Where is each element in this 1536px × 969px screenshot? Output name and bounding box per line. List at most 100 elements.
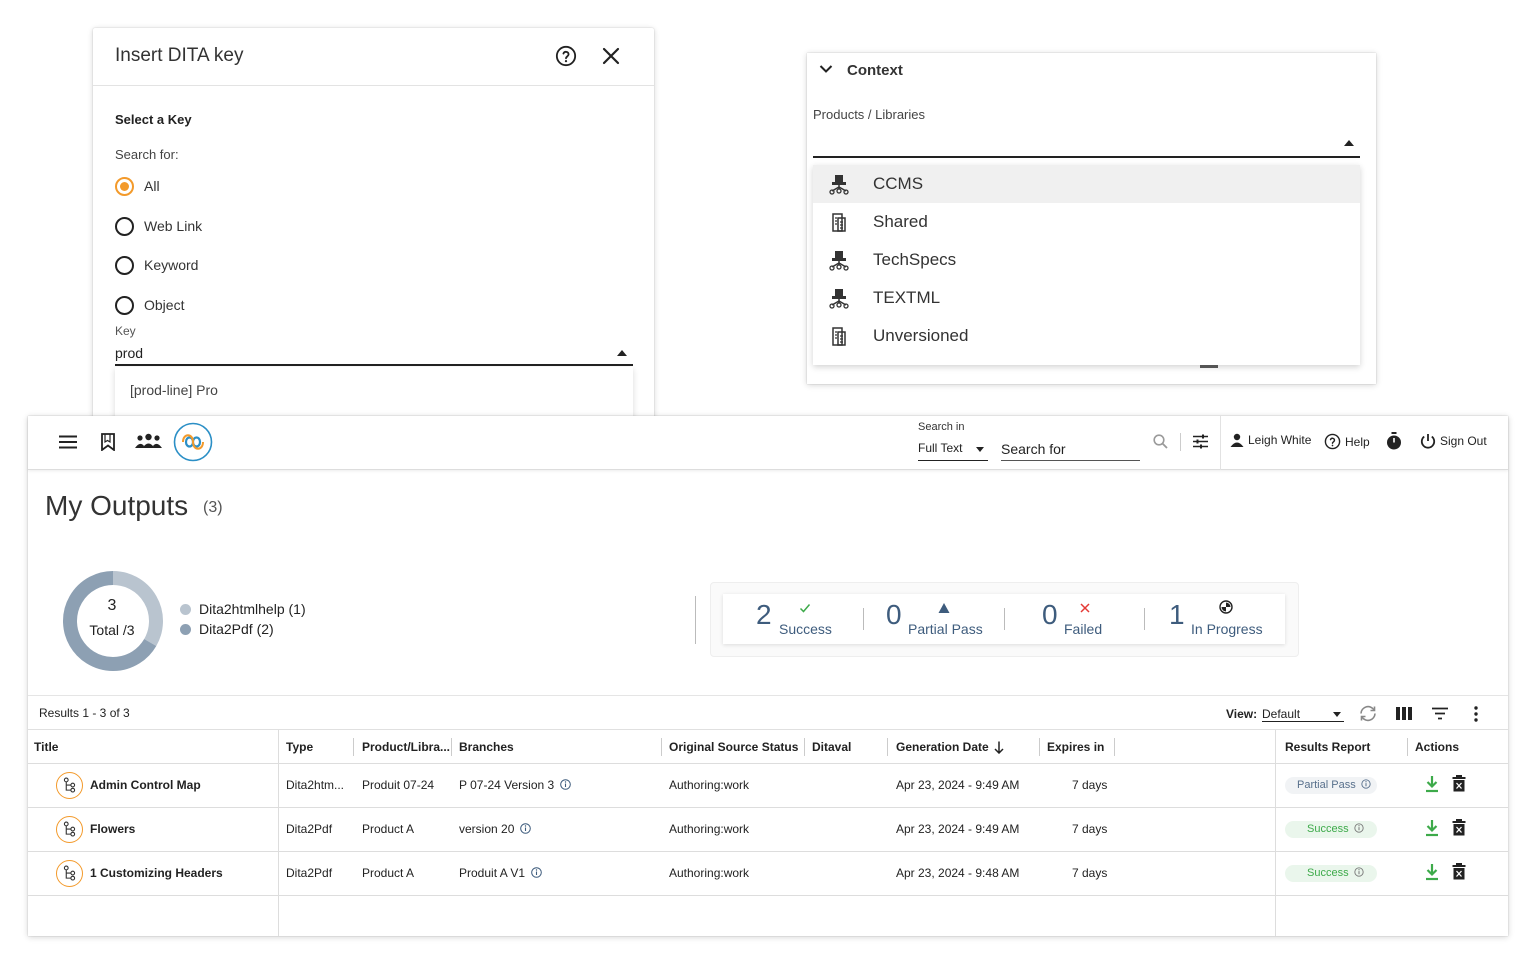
radio-web-link[interactable]: Web Link <box>115 215 202 237</box>
column-header-generation-date[interactable]: Generation Date <box>896 740 989 754</box>
stat-in-progress[interactable]: 1 In Progress <box>1145 594 1285 644</box>
status-badge[interactable]: Success <box>1285 821 1377 838</box>
help-button[interactable]: Help <box>1324 433 1370 450</box>
row-title[interactable]: Flowers <box>90 822 135 836</box>
list-item[interactable]: Unversioned <box>813 317 1360 355</box>
products-libraries-select[interactable] <box>813 126 1360 158</box>
list-item-label: CCMS <box>873 174 924 193</box>
delete-icon[interactable] <box>1452 775 1466 792</box>
filter-icon[interactable] <box>1432 707 1448 720</box>
radio-keyword[interactable]: Keyword <box>115 254 198 276</box>
list-item[interactable]: TEXTML <box>813 279 1360 317</box>
column-header-source-status[interactable]: Original Source Status <box>669 740 798 754</box>
radio-button[interactable] <box>115 216 134 236</box>
stat-partial-pass[interactable]: 0 Partial Pass <box>864 594 1004 644</box>
table-row[interactable]: 1 Customizing Headers Dita2Pdf Product A… <box>28 852 1508 896</box>
stat-failed[interactable]: 0 Failed <box>1005 594 1145 644</box>
users-icon[interactable] <box>135 433 162 449</box>
column-resize-handle[interactable] <box>887 738 888 756</box>
scroll-handle[interactable] <box>1200 365 1218 368</box>
list-item[interactable]: Shared <box>813 203 1360 241</box>
list-item-label: Unversioned <box>873 326 969 345</box>
list-item[interactable]: TechSpecs <box>813 241 1360 279</box>
column-header-results-report[interactable]: Results Report <box>1285 740 1370 754</box>
status-badge[interactable]: Success <box>1285 865 1377 882</box>
sign-out-button[interactable]: Sign Out <box>1420 433 1487 449</box>
download-icon[interactable] <box>1424 863 1440 881</box>
row-branch-cell: Produit A V1 <box>459 866 542 880</box>
key-input[interactable]: prod <box>115 342 633 366</box>
row-source-status: Authoring:work <box>669 822 750 836</box>
column-resize-handle[interactable] <box>1407 738 1408 756</box>
radio-button[interactable] <box>115 255 134 275</box>
column-resize-handle[interactable] <box>1114 738 1115 756</box>
caret-up-icon[interactable] <box>1344 140 1354 146</box>
chevron-down-icon[interactable] <box>819 64 833 74</box>
column-header-branches[interactable]: Branches <box>459 740 514 754</box>
table-row[interactable]: Flowers Dita2Pdf Product A version 20 Au… <box>28 808 1508 852</box>
caret-down-icon[interactable] <box>976 447 984 452</box>
donut-total-label: Total /3 <box>89 622 135 638</box>
status-badge-label: Partial Pass <box>1297 779 1356 791</box>
column-header-title[interactable]: Title <box>34 740 58 754</box>
radio-object[interactable]: Object <box>115 294 184 316</box>
row-product: Produit 07-24 <box>362 778 435 792</box>
row-title[interactable]: 1 Customizing Headers <box>90 866 223 880</box>
filter-settings-icon[interactable] <box>1193 434 1208 449</box>
key-option[interactable]: [prod-line] Pro <box>130 382 218 398</box>
caret-up-icon[interactable] <box>617 350 627 356</box>
download-icon[interactable] <box>1424 775 1440 793</box>
user-menu[interactable]: Leigh White <box>1230 433 1311 447</box>
stat-success[interactable]: 2 Success <box>723 594 863 644</box>
help-icon[interactable] <box>555 45 577 67</box>
delete-icon[interactable] <box>1452 819 1466 836</box>
column-resize-handle[interactable] <box>661 738 662 756</box>
info-icon[interactable] <box>531 867 542 878</box>
info-icon[interactable] <box>560 779 571 790</box>
column-header-ditaval[interactable]: Ditaval <box>812 740 851 754</box>
download-icon[interactable] <box>1424 819 1440 837</box>
column-header-type[interactable]: Type <box>286 740 313 754</box>
search-in-select[interactable]: Full Text <box>918 439 988 461</box>
search-icon[interactable] <box>1153 434 1168 449</box>
column-header-actions: Actions <box>1415 740 1460 754</box>
search-field[interactable] <box>1001 438 1140 461</box>
row-source-status: Authoring:work <box>669 778 750 792</box>
row-product: Product A <box>362 866 415 880</box>
info-icon[interactable] <box>520 823 532 834</box>
bookmark-icon[interactable] <box>101 433 115 451</box>
columns-icon[interactable] <box>1396 707 1412 720</box>
info-icon <box>1361 779 1371 789</box>
column-header-product[interactable]: Product/Libra... <box>362 740 450 754</box>
radio-all[interactable]: All <box>115 175 160 197</box>
timer-icon[interactable] <box>1386 432 1402 450</box>
menu-icon[interactable] <box>59 435 77 449</box>
search-input[interactable] <box>1001 441 1121 457</box>
divider <box>1180 433 1181 451</box>
status-badge[interactable]: Partial Pass <box>1285 777 1377 794</box>
info-icon <box>1353 823 1364 833</box>
results-toolbar: Results 1 - 3 of 3 View: Default <box>28 695 1508 730</box>
outputs-donut-chart <box>63 571 163 671</box>
radio-button[interactable] <box>115 295 134 315</box>
close-icon[interactable] <box>602 47 620 65</box>
dialog-header: Insert DITA key <box>93 28 654 86</box>
sort-arrow-down-icon[interactable] <box>994 741 1004 754</box>
column-resize-handle[interactable] <box>451 738 452 756</box>
column-resize-handle[interactable] <box>1039 738 1040 756</box>
column-resize-handle[interactable] <box>804 738 805 756</box>
column-header-expires[interactable]: Expires in <box>1047 740 1104 754</box>
list-item[interactable]: CCMS <box>813 165 1360 203</box>
row-title[interactable]: Admin Control Map <box>90 778 201 792</box>
column-resize-handle[interactable] <box>353 738 354 756</box>
caret-down-icon[interactable] <box>1333 712 1341 717</box>
table-row[interactable]: Admin Control Map Dita2htm... Produit 07… <box>28 764 1508 808</box>
more-vertical-icon[interactable] <box>1473 706 1479 722</box>
refresh-icon[interactable] <box>1358 705 1378 722</box>
view-select[interactable]: Default <box>1262 702 1344 722</box>
library-icon <box>832 213 846 232</box>
radio-button[interactable] <box>115 176 134 196</box>
app-logo-icon[interactable] <box>173 422 213 462</box>
delete-icon[interactable] <box>1452 863 1466 880</box>
stat-value: 2 <box>756 599 772 630</box>
